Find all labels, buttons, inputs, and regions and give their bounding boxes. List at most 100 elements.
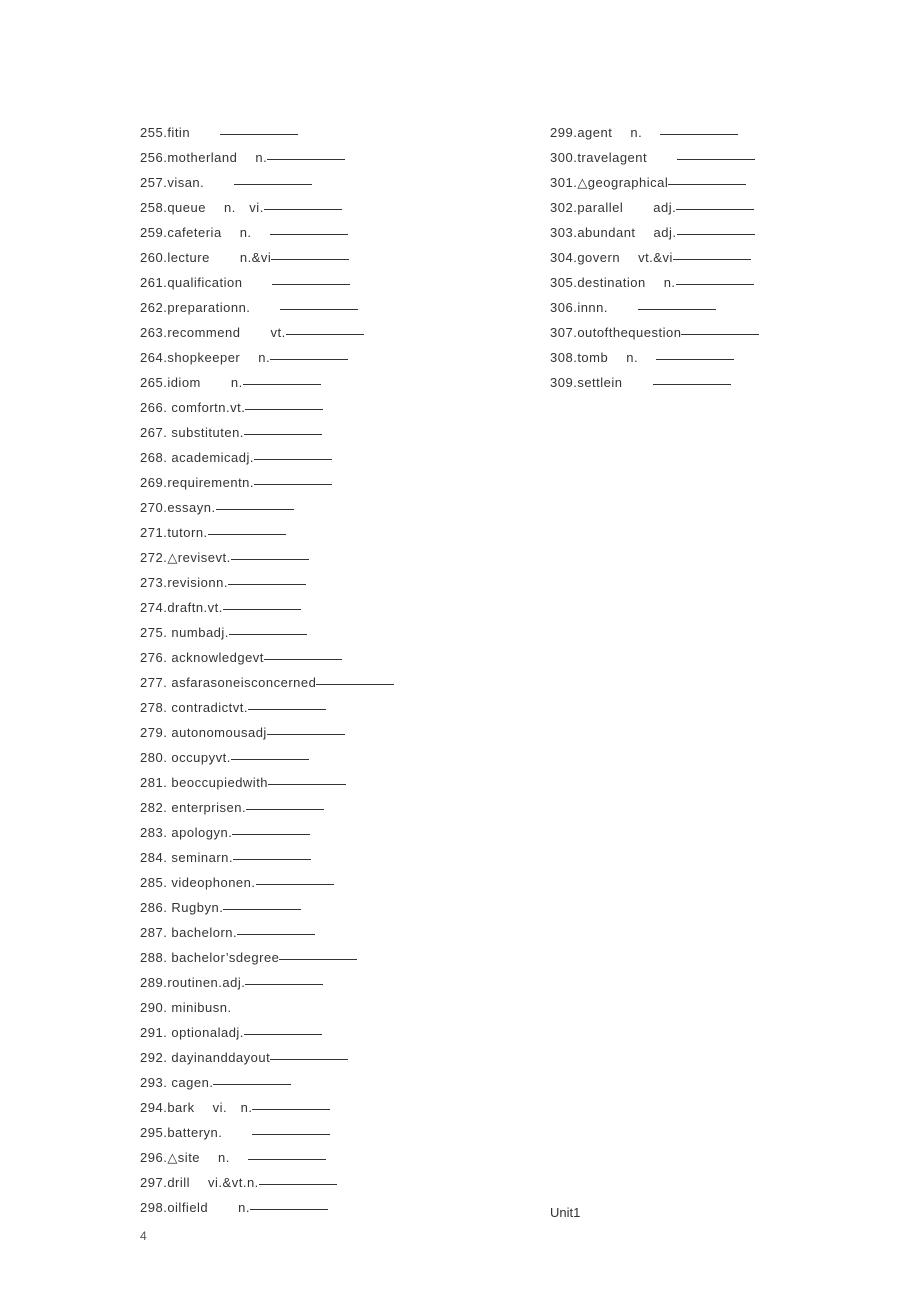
entry-number: 287. — [140, 925, 171, 940]
fill-blank[interactable] — [668, 184, 746, 185]
fill-blank[interactable] — [656, 359, 734, 360]
fill-blank[interactable] — [248, 1159, 326, 1160]
entry-word: numbadj. — [171, 625, 228, 640]
vocab-entry: 276. acknowledgevt — [140, 645, 450, 670]
vocab-entry: 283. apologyn. — [140, 820, 450, 845]
entry-word: apologyn. — [171, 825, 232, 840]
vocab-entry: 304.governvt.&vi — [550, 245, 830, 270]
vocab-entry: 256.motherlandn. — [140, 145, 450, 170]
vocab-entry: 265.idiomn. — [140, 370, 450, 395]
entry-number: 291. — [140, 1025, 171, 1040]
fill-blank[interactable] — [254, 459, 332, 460]
entry-number: 296. — [140, 1150, 167, 1165]
entry-number: 304. — [550, 250, 577, 265]
fill-blank[interactable] — [280, 309, 358, 310]
fill-blank[interactable] — [286, 334, 364, 335]
vocab-entry: 295.batteryn. — [140, 1120, 450, 1145]
fill-blank[interactable] — [660, 134, 738, 135]
fill-blank[interactable] — [250, 1209, 328, 1210]
entry-pos: adj. — [653, 200, 676, 215]
entry-word: cafeteria — [167, 225, 221, 240]
entry-number: 288. — [140, 950, 171, 965]
fill-blank[interactable] — [216, 509, 294, 510]
vocab-entry: 255.fitin — [140, 120, 450, 145]
fill-blank[interactable] — [244, 434, 322, 435]
entry-number: 264. — [140, 350, 167, 365]
entry-number: 297. — [140, 1175, 167, 1190]
fill-blank[interactable] — [254, 484, 332, 485]
fill-blank[interactable] — [677, 234, 755, 235]
entry-number: 265. — [140, 375, 167, 390]
entry-pos: n. — [664, 275, 676, 290]
fill-blank[interactable] — [653, 384, 731, 385]
fill-blank[interactable] — [267, 734, 345, 735]
fill-blank[interactable] — [270, 234, 348, 235]
entry-word: seminarn. — [171, 850, 233, 865]
fill-blank[interactable] — [220, 134, 298, 135]
fill-blank[interactable] — [223, 909, 301, 910]
entry-number: 276. — [140, 650, 171, 665]
entry-word: govern — [577, 250, 620, 265]
fill-blank[interactable] — [233, 859, 311, 860]
vocab-entry: 269.requirementn. — [140, 470, 450, 495]
fill-blank[interactable] — [208, 534, 286, 535]
fill-blank[interactable] — [248, 709, 326, 710]
vocab-entry: 282. enterprisen. — [140, 795, 450, 820]
fill-blank[interactable] — [252, 1109, 330, 1110]
fill-blank[interactable] — [676, 284, 754, 285]
fill-blank[interactable] — [264, 209, 342, 210]
fill-blank[interactable] — [223, 609, 301, 610]
vocab-entry: 257.visan. — [140, 170, 450, 195]
fill-blank[interactable] — [316, 684, 394, 685]
fill-blank[interactable] — [256, 884, 334, 885]
entry-number: 260. — [140, 250, 167, 265]
fill-blank[interactable] — [246, 809, 324, 810]
fill-blank[interactable] — [213, 1084, 291, 1085]
fill-blank[interactable] — [271, 259, 349, 260]
vocab-entry: 308.tombn. — [550, 345, 830, 370]
fill-blank[interactable] — [638, 309, 716, 310]
vocab-entry: 258.queuen. vi. — [140, 195, 450, 220]
entry-word: comfortn.vt. — [171, 400, 245, 415]
fill-blank[interactable] — [676, 209, 754, 210]
entry-number: 282. — [140, 800, 171, 815]
entry-number: 302. — [550, 200, 577, 215]
fill-blank[interactable] — [264, 659, 342, 660]
fill-blank[interactable] — [252, 1134, 330, 1135]
vocab-entry: 267. substituten. — [140, 420, 450, 445]
entry-word: optionaladj. — [171, 1025, 244, 1040]
fill-blank[interactable] — [673, 259, 751, 260]
fill-blank[interactable] — [245, 409, 323, 410]
fill-blank[interactable] — [231, 759, 309, 760]
fill-blank[interactable] — [272, 284, 350, 285]
fill-blank[interactable] — [245, 984, 323, 985]
entry-word: fitin — [167, 125, 190, 140]
fill-blank[interactable] — [270, 359, 348, 360]
fill-blank[interactable] — [681, 334, 759, 335]
fill-blank[interactable] — [270, 1059, 348, 1060]
fill-blank[interactable] — [267, 159, 345, 160]
fill-blank[interactable] — [237, 934, 315, 935]
fill-blank[interactable] — [232, 834, 310, 835]
vocab-entry: 281. beoccupiedwith — [140, 770, 450, 795]
entry-number: 258. — [140, 200, 167, 215]
entry-pos: n. — [231, 375, 243, 390]
fill-blank[interactable] — [279, 959, 357, 960]
entry-word: Rugbyn. — [171, 900, 223, 915]
fill-blank[interactable] — [234, 184, 312, 185]
fill-blank[interactable] — [231, 559, 309, 560]
entry-word: recommend — [167, 325, 240, 340]
fill-blank[interactable] — [229, 634, 307, 635]
fill-blank[interactable] — [268, 784, 346, 785]
vocab-entry: 306.innn. — [550, 295, 830, 320]
fill-blank[interactable] — [228, 584, 306, 585]
fill-blank[interactable] — [259, 1184, 337, 1185]
fill-blank[interactable] — [677, 159, 755, 160]
fill-blank[interactable] — [243, 384, 321, 385]
entry-number: 299. — [550, 125, 577, 140]
entry-word: beoccupiedwith — [171, 775, 268, 790]
entry-number: 266. — [140, 400, 171, 415]
entry-word: cagen. — [171, 1075, 213, 1090]
entry-number: 262. — [140, 300, 167, 315]
fill-blank[interactable] — [244, 1034, 322, 1035]
